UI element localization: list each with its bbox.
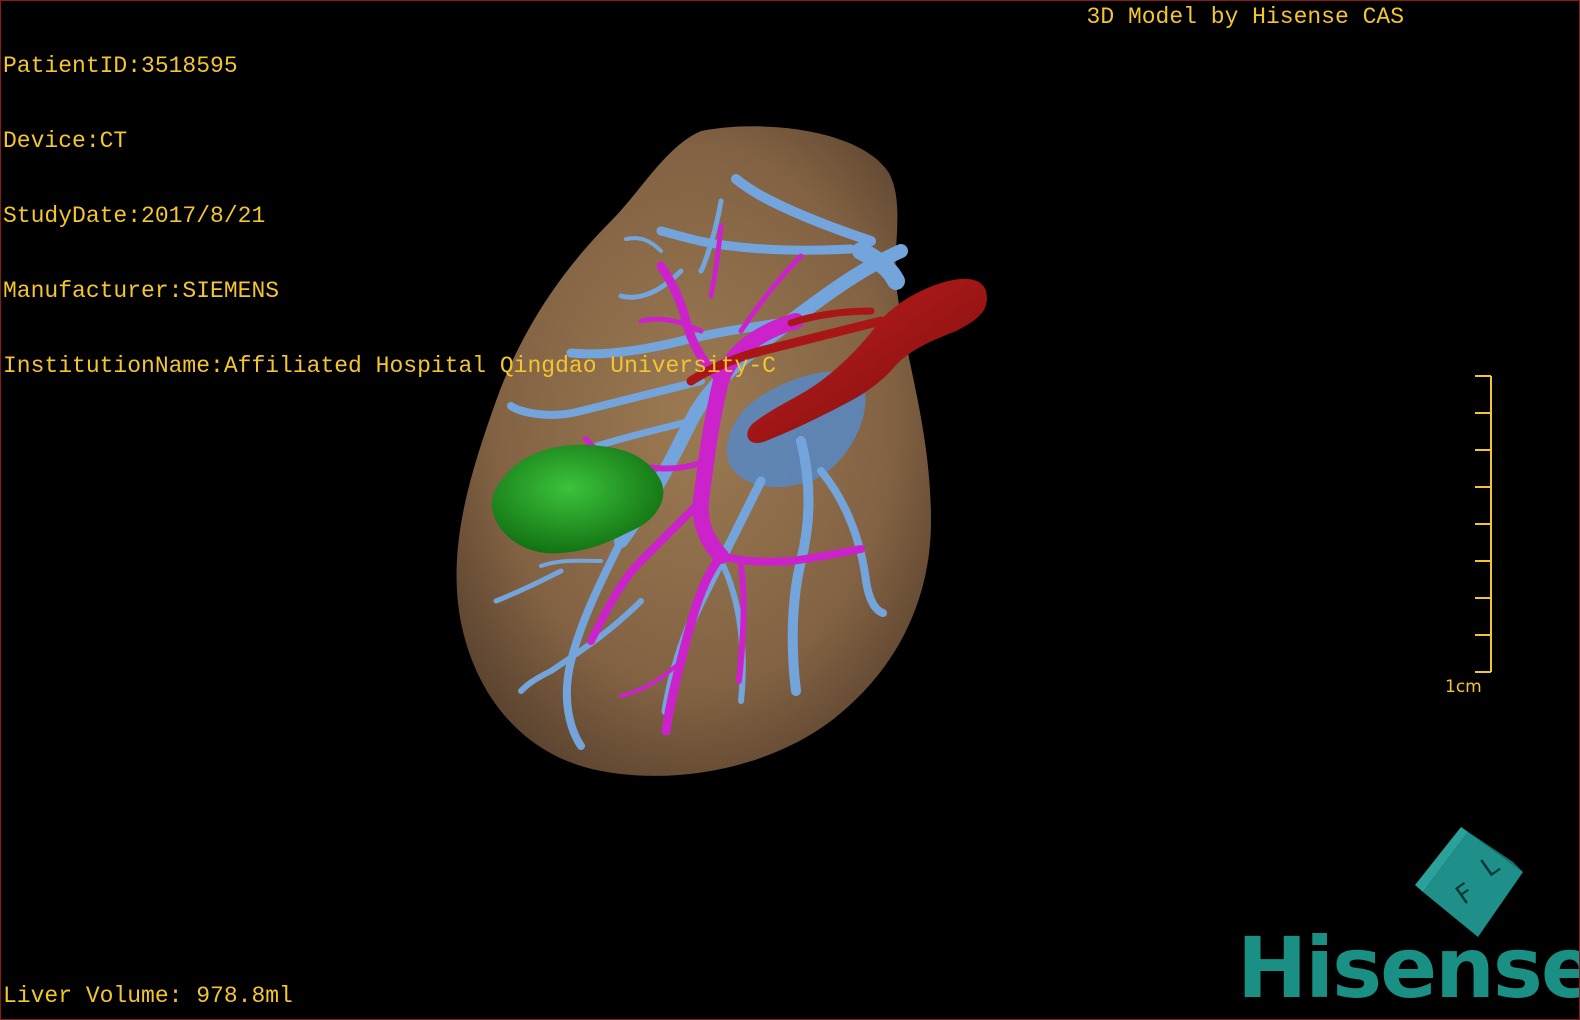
hisense-logo: Hisense — [1237, 919, 1580, 1017]
institution-name: InstitutionName:Affiliated Hospital Qing… — [3, 353, 776, 379]
scale-bar — [1475, 375, 1492, 673]
manufacturer: Manufacturer:SIEMENS — [3, 278, 280, 304]
device: Device:CT — [3, 128, 128, 154]
patient-id: PatientID:3518595 — [3, 53, 238, 79]
3d-render-viewport[interactable]: PatientID:3518595 Device:CT StudyDate:20… — [0, 0, 1580, 1020]
study-date: StudyDate:2017/8/21 — [3, 203, 266, 229]
liver-volume: Liver Volume: 978.8ml — [3, 983, 293, 1009]
scale-bar-label: 1cm — [1445, 677, 1482, 697]
model-watermark: 3D Model by Hisense CAS — [1086, 4, 1404, 30]
patient-info-panel: PatientID:3518595 Device:CT StudyDate:20… — [3, 4, 776, 429]
